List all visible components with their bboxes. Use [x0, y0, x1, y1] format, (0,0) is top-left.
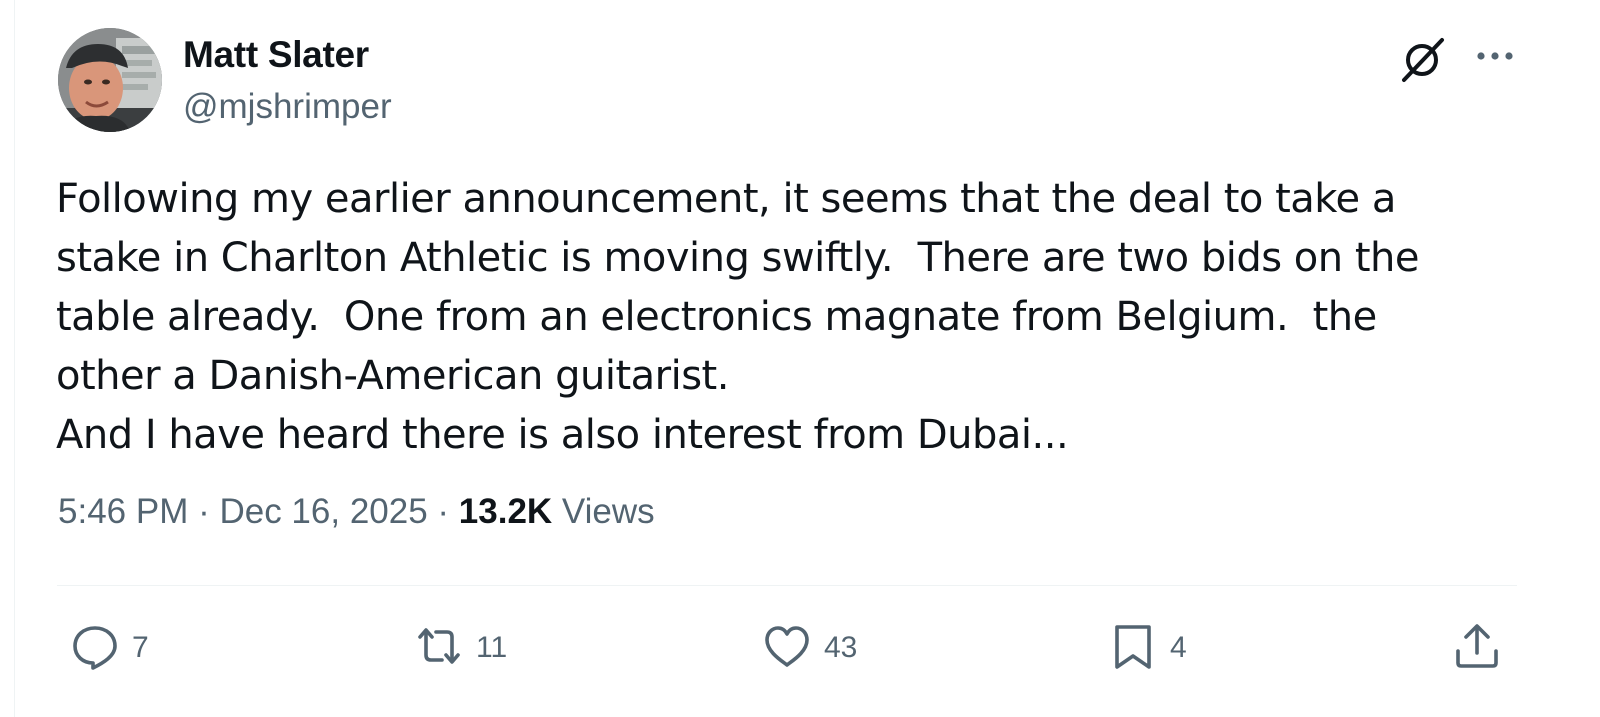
author-name[interactable]: Matt Slater [183, 34, 369, 76]
like-button[interactable]: 43 [762, 620, 857, 676]
tweet-text-line: And I have heard there is also interest … [56, 412, 1069, 458]
repost-icon [414, 621, 464, 676]
meta-separator: · [188, 492, 220, 531]
tweet-text-line: stake in Charlton Athletic is moving swi… [56, 235, 1419, 281]
more-icon[interactable] [1474, 40, 1516, 72]
tweet-meta: 5:46 PM · Dec 16, 2025 · 13.2K Views [58, 492, 655, 532]
avatar-image [58, 28, 162, 132]
tweet-text-line: other a Danish-American guitarist. [56, 353, 729, 399]
bookmark-count: 4 [1170, 631, 1187, 664]
tweet-text-line: Following my earlier announcement, it se… [56, 176, 1396, 222]
meta-separator: · [427, 492, 459, 531]
avatar[interactable] [58, 28, 162, 132]
heart-icon [762, 621, 812, 676]
views-count[interactable]: 13.2K [459, 492, 552, 531]
bookmark-button[interactable]: 4 [1108, 620, 1187, 676]
reply-count: 7 [132, 631, 149, 664]
reply-icon [70, 621, 120, 676]
views-label[interactable]: Views [552, 492, 655, 531]
share-button[interactable] [1452, 620, 1502, 676]
tweet-text: Following my earlier announcement, it se… [56, 170, 1526, 465]
grok-icon[interactable] [1398, 34, 1448, 84]
divider [57, 585, 1517, 586]
tweet-time[interactable]: 5:46 PM [58, 492, 188, 531]
share-icon [1452, 621, 1502, 676]
tweet-text-line: table already. One from an electronics m… [56, 294, 1377, 340]
tweet-date[interactable]: Dec 16, 2025 [219, 492, 427, 531]
repost-count: 11 [476, 631, 508, 664]
like-count: 43 [824, 631, 858, 664]
author-handle[interactable]: @mjshrimper [183, 87, 392, 127]
reply-button[interactable]: 7 [70, 620, 149, 676]
repost-button[interactable]: 11 [414, 620, 507, 676]
bookmark-icon [1108, 621, 1158, 676]
